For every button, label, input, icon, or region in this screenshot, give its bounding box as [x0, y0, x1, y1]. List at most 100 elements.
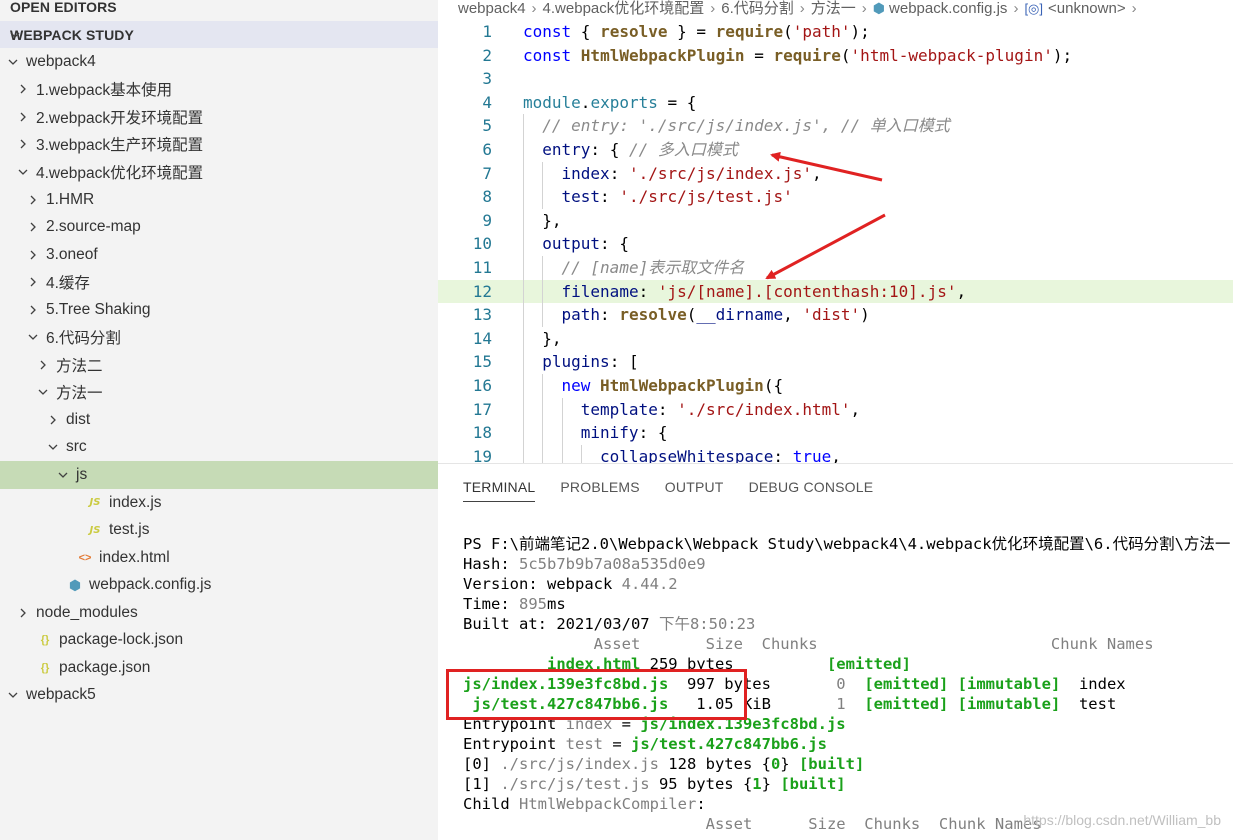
- code-token: new: [561, 376, 601, 395]
- tree-item-folder[interactable]: 2.webpack开发环境配置: [0, 103, 438, 131]
- highlight-box: [446, 669, 747, 720]
- tree-item-label: 6.代码分割: [46, 330, 121, 348]
- terminal-line: Asset Size Chunks Chunk Names: [463, 814, 1042, 834]
- chevron-right-icon: [18, 84, 28, 94]
- indent-guide: [542, 303, 544, 327]
- tab-debug-console[interactable]: DEBUG CONSOLE: [749, 479, 874, 502]
- chevron-down-icon: [10, 30, 20, 40]
- terminal-line: Built at: 2021/03/07 下午8:50:23: [463, 614, 755, 634]
- code-token: :: [638, 281, 658, 301]
- code-token: );: [1052, 45, 1073, 65]
- tree-item-folder[interactable]: 4.webpack优化环境配置: [0, 158, 438, 186]
- tree-item-json[interactable]: {} package.json: [0, 654, 438, 682]
- code-line: 5 // entry: './src/js/index.js', // 单入口模式: [438, 114, 1233, 138]
- workspace-header[interactable]: WEBPACK STUDY: [0, 21, 438, 48]
- terminal-text: ./src/js/index.js: [500, 755, 659, 773]
- tab-terminal[interactable]: TERMINAL: [463, 479, 536, 502]
- terminal-text: ./src/js/test.js: [500, 775, 650, 793]
- code-token: : [: [609, 352, 639, 372]
- terminal-line: PS F:\前端笔记2.0\Webpack\Webpack Study\webp…: [463, 534, 1230, 554]
- breadcrumb-segment[interactable]: webpack4: [458, 0, 526, 17]
- js-file-icon: JS: [89, 497, 101, 509]
- tree-item-folder[interactable]: 方法二: [0, 351, 438, 379]
- tree-item-label: dist: [66, 410, 91, 428]
- indent-guide: [542, 374, 544, 398]
- indent-guide: [523, 138, 524, 162]
- tree-item-folder[interactable]: webpack4: [0, 48, 438, 76]
- tree-item-label: js: [76, 466, 88, 483]
- code-token: template: [580, 399, 658, 419]
- tree-item-folder[interactable]: 3.webpack生产环境配置: [0, 131, 438, 159]
- line-number: 3: [482, 69, 492, 89]
- code-token: (: [686, 305, 697, 325]
- tree-item-folder[interactable]: 1.HMR: [0, 186, 438, 214]
- terminal-text: test: [565, 735, 603, 753]
- code-token: :: [657, 399, 678, 419]
- terminal-line: Version: webpack 4.44.2: [463, 574, 678, 594]
- breadcrumb-symbol[interactable]: <unknown>: [1048, 0, 1126, 17]
- code-line: 14},: [438, 326, 1233, 351]
- code-token: path: [561, 305, 601, 325]
- tree-item-json[interactable]: {} package-lock.json: [0, 627, 438, 655]
- terminal-text: [immutable]: [957, 695, 1061, 713]
- indent-guide: [561, 421, 563, 445]
- tree-item-html[interactable]: <> index.html: [0, 544, 438, 572]
- code-line: 15 plugins: [: [438, 350, 1233, 374]
- tree-item-folder[interactable]: dist: [0, 406, 438, 434]
- code-token: exports: [590, 92, 658, 112]
- code-text: new HtmlWebpackPlugin({: [562, 374, 784, 398]
- terminal-text: 95 bytes {: [649, 775, 753, 793]
- js-file-icon: JS: [89, 524, 101, 536]
- indent-guide: [580, 444, 582, 463]
- terminal-text: Child: [463, 795, 519, 813]
- code-text: plugins: [: [542, 350, 638, 374]
- tree-item-folder[interactable]: webpack5: [0, 682, 438, 710]
- code-token: ,: [850, 399, 861, 419]
- code-token: // 多入口模式: [628, 140, 738, 159]
- tree-item-folder[interactable]: node_modules: [0, 599, 438, 627]
- tab-output[interactable]: OUTPUT: [665, 479, 724, 502]
- code-text: const HtmlWebpackPlugin = require('html-…: [523, 44, 1072, 68]
- tree-item-js[interactable]: JS test.js: [0, 516, 438, 544]
- tree-item-folder[interactable]: src: [0, 434, 438, 462]
- terminal-text: Hash:: [463, 555, 519, 573]
- breadcrumb-separator-icon: ›: [799, 0, 805, 17]
- breadcrumb-segment[interactable]: 6.代码分割: [721, 0, 794, 17]
- breadcrumb-segment[interactable]: 方法一: [811, 0, 856, 17]
- code-text: minify: {: [581, 421, 668, 445]
- tree-item-js[interactable]: JS index.js: [0, 489, 438, 517]
- line-number: 17: [472, 399, 492, 419]
- chevron-right-icon: [18, 112, 28, 122]
- tree-item-label: 5.Tree Shaking: [46, 300, 151, 318]
- workspace-title: WEBPACK STUDY: [10, 26, 134, 43]
- tree-item-folder[interactable]: 方法一: [0, 379, 438, 407]
- tree-item-folder[interactable]: 1.webpack基本使用: [0, 76, 438, 104]
- code-token: ({: [763, 376, 784, 395]
- code-token: 'html-webpack-plugin': [850, 45, 1053, 65]
- tree-item-folder[interactable]: 4.缓存: [0, 268, 438, 296]
- line-number: 4: [482, 92, 492, 112]
- tree-item-folder[interactable]: 6.代码分割: [0, 324, 438, 352]
- tree-item-folder[interactable]: js: [0, 461, 438, 489]
- breadcrumb-segment[interactable]: 4.webpack优化环境配置: [543, 0, 705, 17]
- code-line: 9},: [438, 208, 1233, 233]
- code-token: output: [542, 234, 601, 254]
- terminal-text: [immutable]: [957, 675, 1061, 693]
- code-token: : {: [590, 140, 629, 159]
- breadcrumb-file[interactable]: webpack.config.js: [889, 0, 1007, 17]
- tree-item-label: 2.source-map: [46, 218, 141, 236]
- indent-guide: [542, 397, 544, 422]
- tree-item-folder[interactable]: 5.Tree Shaking: [0, 296, 438, 324]
- open-editors-header[interactable]: OPEN EDITORS: [0, 0, 438, 20]
- tree-item-webpack[interactable]: ⬢ webpack.config.js: [0, 571, 438, 599]
- tree-item-label: webpack.config.js: [89, 576, 212, 594]
- tab-problems[interactable]: PROBLEMS: [560, 479, 639, 502]
- terminal-text: [1]: [463, 775, 501, 793]
- json-file-icon: {}: [40, 634, 50, 647]
- tree-item-folder[interactable]: 3.oneof: [0, 241, 438, 269]
- tree-item-folder[interactable]: 2.source-map: [0, 213, 438, 241]
